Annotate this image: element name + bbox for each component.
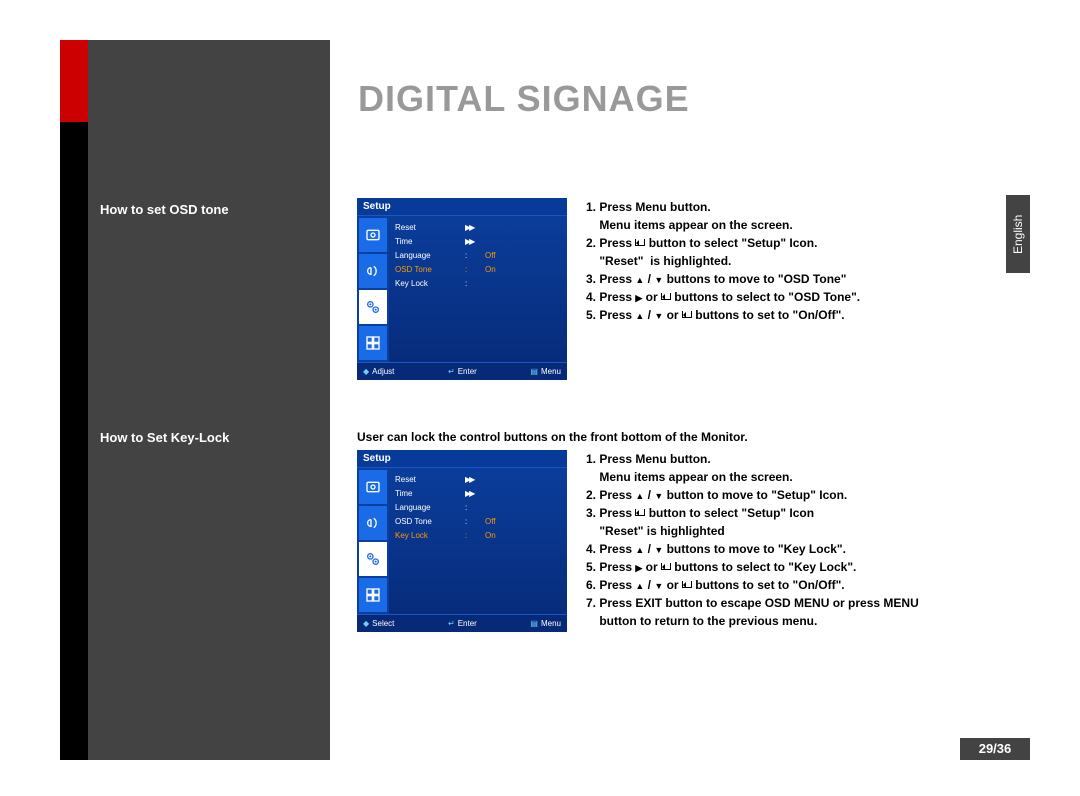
osd-body: Reset▶▶ Time▶▶ Language:Off OSD Tone:On … [357,216,567,362]
down-arrow-icon [654,578,663,592]
osd-footer: ◆Adjust ↵Enter ▤Menu [357,362,567,380]
osd-row: Language: [395,500,561,514]
up-arrow-icon [635,308,644,322]
osd-row: Reset▶▶ [395,472,561,486]
keylock-intro: User can lock the control buttons on the… [357,428,748,446]
picture-tab-icon [359,470,387,504]
osd-footer-enter: ↵Enter [448,367,477,376]
down-arrow-icon [654,272,663,286]
sidebar: How to set OSD tone How to Set Key-Lock [88,40,330,760]
accent-box [60,40,88,122]
enter-icon [661,293,671,300]
osd-row-highlighted: Key Lock:On [395,528,561,542]
instructions-key-lock: 1. Press Menu button. Menu items appear … [586,450,919,630]
page-number: 29/36 [960,738,1030,760]
osd-row: Time▶▶ [395,234,561,248]
osd-footer-enter: ↵Enter [448,619,477,628]
enter-icon [661,563,671,570]
enter-icon [635,239,645,246]
osd-footer-adjust: ◆Adjust [363,367,394,376]
sound-tab-icon [359,254,387,288]
osd-row: Reset▶▶ [395,220,561,234]
up-arrow-icon [635,488,644,502]
sidebar-heading-key-lock: How to Set Key-Lock [100,430,229,445]
page-title: DIGITAL SIGNAGE [358,78,690,120]
osd-tab-strip [357,468,389,614]
osd-screenshot-1: Setup Reset▶▶ Time▶▶ Language:Off OSD To… [357,198,567,378]
osd-footer-menu: ▤Menu [530,619,561,628]
down-arrow-icon [654,542,663,556]
setup-tab-icon [359,290,387,324]
up-arrow-icon [635,578,644,592]
osd-menu-list: Reset▶▶ Time▶▶ Language: OSD Tone:Off Ke… [389,468,567,614]
osd-footer-menu: ▤Menu [530,367,561,376]
down-arrow-icon [654,488,663,502]
sound-tab-icon [359,506,387,540]
language-tab: English [1006,195,1030,273]
osd-menu-list: Reset▶▶ Time▶▶ Language:Off OSD Tone:On … [389,216,567,362]
multi-tab-icon [359,578,387,612]
manual-page: How to set OSD tone How to Set Key-Lock … [0,0,1080,796]
setup-tab-icon [359,542,387,576]
osd-tab-strip [357,216,389,362]
multi-tab-icon [359,326,387,360]
content-area: DIGITAL SIGNAGE English 29/36 Setup Rese… [330,40,1030,760]
osd-header: Setup [357,198,567,216]
enter-icon [635,509,645,516]
up-arrow-icon [635,272,644,286]
osd-footer: ◆Select ↵Enter ▤Menu [357,614,567,632]
up-arrow-icon [635,542,644,556]
osd-row: Time▶▶ [395,486,561,500]
osd-body: Reset▶▶ Time▶▶ Language: OSD Tone:Off Ke… [357,468,567,614]
down-arrow-icon [654,308,663,322]
enter-icon [682,311,692,318]
sidebar-heading-osd-tone: How to set OSD tone [100,202,229,217]
instructions-osd-tone: 1. Press Menu button. Menu items appear … [586,198,860,324]
osd-row: Language:Off [395,248,561,262]
osd-footer-select: ◆Select [363,619,394,628]
osd-row-highlighted: OSD Tone:On [395,262,561,276]
osd-row: Key Lock: [395,276,561,290]
enter-icon [682,581,692,588]
picture-tab-icon [359,218,387,252]
osd-row: OSD Tone:Off [395,514,561,528]
osd-header: Setup [357,450,567,468]
osd-screenshot-2: Setup Reset▶▶ Time▶▶ Language: OSD Tone:… [357,450,567,630]
